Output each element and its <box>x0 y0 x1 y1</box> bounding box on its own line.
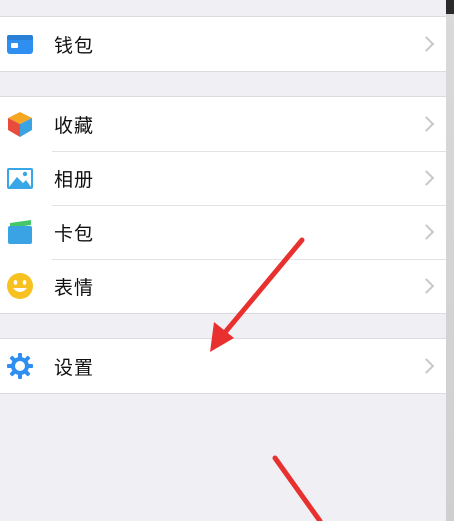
annotation-arrow-settings <box>210 237 305 352</box>
annotation-arrows <box>210 237 323 521</box>
annotation-arrow-bottom <box>272 455 323 521</box>
